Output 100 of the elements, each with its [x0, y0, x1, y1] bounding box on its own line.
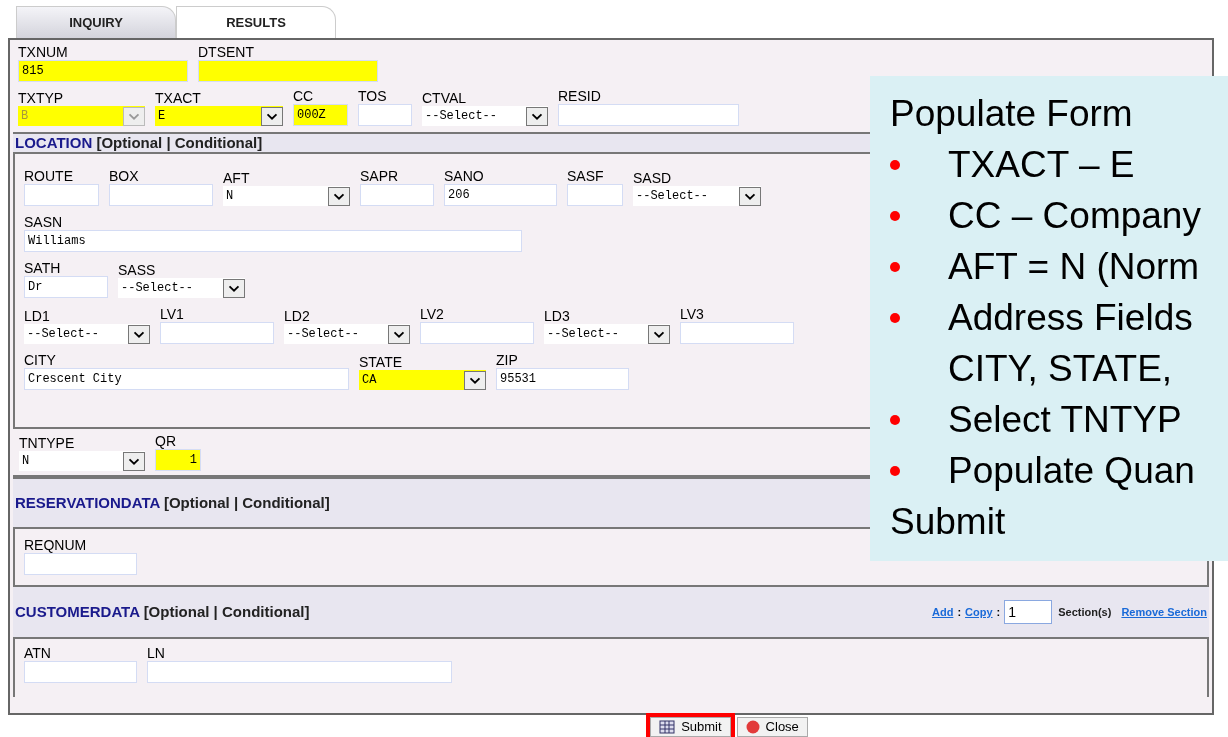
chevron-down-icon	[328, 186, 350, 206]
dropdown[interactable]: N	[223, 186, 350, 206]
bullet-icon	[890, 466, 900, 476]
chevron-down-icon	[223, 278, 245, 298]
dropdown[interactable]: --Select--	[118, 278, 245, 298]
remove-section-link[interactable]: Remove Section	[1121, 603, 1207, 621]
field-label: SATH	[24, 260, 62, 276]
bullet-text: AFT = N (Norm	[948, 245, 1200, 289]
callout-title: Populate Form	[890, 92, 1134, 136]
field-label: LV1	[160, 306, 185, 322]
dropdown[interactable]: --Select--	[284, 324, 410, 344]
field-label: AFT	[223, 170, 251, 186]
input-field[interactable]	[558, 104, 739, 126]
sections-label: Section(s)	[1058, 604, 1112, 620]
close-button[interactable]: Close	[736, 717, 808, 737]
bullet-icon	[890, 211, 900, 221]
tab[interactable]: RESULTS	[176, 6, 336, 38]
input-field[interactable]	[358, 104, 412, 126]
add-link[interactable]: Add	[932, 603, 954, 621]
field-label: DTSENT	[198, 44, 255, 60]
dropdown[interactable]: N	[19, 451, 145, 471]
input-field[interactable]: 815	[18, 60, 188, 82]
separator-text: :	[996, 604, 1001, 620]
field-label: SAPR	[360, 168, 400, 184]
input-field[interactable]	[360, 184, 434, 206]
field-label: LV2	[420, 306, 445, 322]
bullet-icon	[890, 313, 900, 323]
field-label: ATN	[24, 645, 52, 661]
field-label: ROUTE	[24, 168, 74, 184]
callout-footer: Submit	[890, 496, 1228, 547]
chevron-down-icon	[261, 106, 283, 126]
field-label: TXACT	[155, 90, 202, 106]
grid-icon	[659, 720, 676, 734]
field-label: CTVAL	[422, 90, 468, 106]
dropdown[interactable]: CA	[359, 370, 486, 390]
input-field[interactable]	[567, 184, 623, 206]
field-label: LD3	[544, 308, 571, 324]
input-field[interactable]	[198, 60, 378, 82]
field-label: SASN	[24, 214, 64, 230]
bullet-text: TXACT – E	[948, 143, 1135, 187]
input-field[interactable]	[680, 322, 794, 344]
chevron-down-icon	[464, 370, 486, 390]
input-field[interactable]	[24, 661, 137, 683]
tab[interactable]: INQUIRY	[16, 6, 176, 38]
field-label: TNTYPE	[19, 435, 76, 451]
dropdown[interactable]: E	[155, 106, 283, 126]
field-label: TXTYP	[18, 90, 65, 106]
input-field[interactable]: 000Z	[293, 104, 348, 126]
input-field[interactable]: Dr	[24, 276, 108, 298]
field-label: BOX	[109, 168, 140, 184]
field-label: LD1	[24, 308, 51, 324]
bullet-text: Address Fields CITY, STATE,	[948, 296, 1193, 391]
chevron-down-icon	[388, 324, 410, 344]
chevron-down-icon	[739, 186, 761, 206]
field-label: SASS	[118, 262, 157, 278]
bullet-text: Populate Quan	[948, 449, 1195, 493]
dropdown[interactable]: --Select--	[544, 324, 670, 344]
separator-text: :	[957, 604, 962, 620]
dropdown[interactable]: --Select--	[24, 324, 150, 344]
field-label: SASD	[633, 170, 673, 186]
field-label: RESID	[558, 88, 602, 104]
bullet-icon	[890, 262, 900, 272]
field-label: STATE	[359, 354, 404, 370]
field-label: SASF	[567, 168, 605, 184]
field-label: QR	[155, 433, 177, 449]
input-field[interactable]: Crescent City	[24, 368, 349, 390]
input-field[interactable]	[24, 553, 137, 575]
field-label: ZIP	[496, 352, 519, 368]
chevron-down-icon	[648, 324, 670, 344]
input-field[interactable]	[147, 661, 452, 683]
chevron-down-icon	[123, 451, 145, 471]
input-field[interactable]	[24, 184, 99, 206]
input-field[interactable]	[420, 322, 534, 344]
input-field[interactable]	[160, 322, 274, 344]
dropdown[interactable]: --Select--	[422, 106, 548, 126]
bullet-icon	[890, 415, 900, 425]
chevron-down-icon	[123, 106, 145, 126]
field-label: CITY	[24, 352, 57, 368]
chevron-down-icon	[128, 324, 150, 344]
section-count-field[interactable]: 1	[1004, 600, 1053, 624]
bullet-text: CC – Company	[948, 194, 1201, 238]
field-label: LN	[147, 645, 166, 661]
dropdown[interactable]: --Select--	[633, 186, 761, 206]
field-label: CC	[293, 88, 315, 104]
field-label: TXNUM	[18, 44, 69, 60]
chevron-down-icon	[526, 106, 548, 126]
input-field[interactable]: Williams	[24, 230, 522, 252]
bullet-text: Select TNTYP	[948, 398, 1182, 442]
input-field[interactable]: 1	[155, 449, 201, 471]
section-title: RESERVATIONDATA [Optional | Conditional]	[15, 492, 330, 513]
field-label: REQNUM	[24, 537, 88, 553]
section-title: LOCATION [Optional | Conditional]	[15, 132, 263, 153]
input-field[interactable]: 95531	[496, 368, 629, 390]
input-field[interactable]	[109, 184, 213, 206]
field-label: SANO	[444, 168, 485, 184]
input-field[interactable]: 206	[444, 184, 557, 206]
copy-link[interactable]: Copy	[965, 603, 993, 621]
field-label: LV3	[680, 306, 705, 322]
ball-icon	[745, 720, 760, 734]
field-label: LD2	[284, 308, 311, 324]
